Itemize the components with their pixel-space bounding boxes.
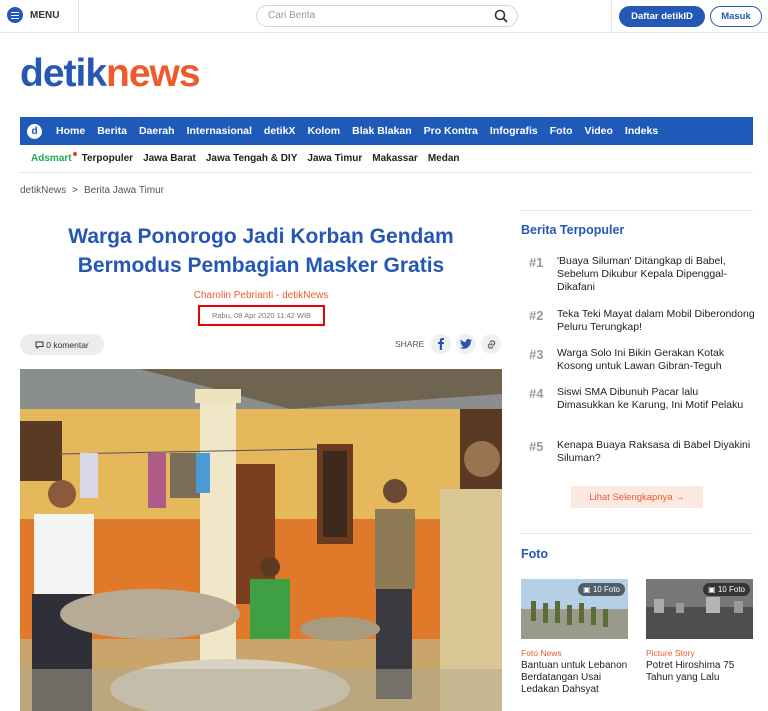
breadcrumb-separator: > [72,185,78,196]
article-author[interactable]: Charolin Pebrianti - detikNews [20,290,502,301]
foto-caption[interactable]: Bantuan untuk Lebanon Berdatangan Usai L… [521,660,633,696]
breadcrumb-current[interactable]: Berita Jawa Timur [84,185,164,196]
divider [78,0,79,33]
share-bar: SHARE [395,334,502,354]
menu-button[interactable]: MENU [7,7,59,23]
subnav-item-jawa-timur[interactable]: Jawa Timur [307,153,362,164]
logo-part-news: news [106,52,201,95]
popular-rank: #2 [529,308,544,323]
register-button[interactable]: Daftar detikID [619,6,705,27]
logo-part-detik: detik [20,52,107,95]
breadcrumb-root[interactable]: detikNews [20,185,66,196]
popular-item[interactable]: #2 Teka Teki Mayat dalam Mobil Diberondo… [529,308,757,334]
photo-count-badge: ▣ 10 Foto [578,583,625,596]
search-icon[interactable] [494,9,508,28]
nav-item-indeks[interactable]: Indeks [625,125,658,137]
popular-rank: #1 [529,255,544,270]
subnav-item-jawa-barat[interactable]: Jawa Barat [143,153,196,164]
twitter-icon[interactable] [456,334,477,354]
nav-item-pro-kontra[interactable]: Pro Kontra [424,125,478,137]
photo-count-badge: ▣ 10 Foto [703,583,750,596]
nav-item-infografis[interactable]: Infografis [490,125,538,137]
divider [611,0,612,33]
popular-news-title: Berita Terpopuler [521,223,625,237]
subnav-item-medan[interactable]: Medan [428,153,460,164]
camera-icon: ▣ [583,585,591,594]
foto-category[interactable]: Foto News [521,648,562,658]
subnav-item-terpopuler[interactable]: Terpopuler [82,153,133,164]
popular-headline[interactable]: Siswi SMA Dibunuh Pacar lalu Dimasukkan … [557,386,757,412]
sidebar-divider [520,210,753,211]
foto-thumbnail[interactable]: ▣ 10 Foto [521,579,628,639]
popular-headline[interactable]: Warga Solo Ini Bikin Gerakan Kotak Koson… [557,347,757,373]
popular-item[interactable]: #1 'Buaya Siluman' Ditangkap di Babel, S… [529,255,757,294]
popular-rank: #3 [529,347,544,362]
nav-item-video[interactable]: Video [585,125,613,137]
subnav-item-makassar[interactable]: Makassar [372,153,418,164]
foto-thumbnail[interactable]: ▣ 10 Foto [646,579,753,639]
nav-item-foto[interactable]: Foto [550,125,573,137]
top-bar: MENU Cari Berita Daftar detikID Masuk [0,0,768,33]
comment-icon [35,341,44,349]
hamburger-icon [7,7,23,23]
photo-count: 10 Foto [717,585,745,594]
sidebar-divider [520,533,753,534]
comments-button[interactable]: 0 komentar [20,334,104,355]
nav-item-detikx[interactable]: detikX [264,125,296,137]
nav-item-berita[interactable]: Berita [97,125,127,137]
main-nav: d Home Berita Daerah Internasional detik… [20,117,753,145]
nav-item-blak-blakan[interactable]: Blak Blakan [352,125,412,137]
facebook-icon[interactable] [431,334,452,354]
article-date: Rabu, 08 Apr 2020 11:42 WIB [198,305,325,326]
popular-rank: #5 [529,439,544,454]
foto-section-title: Foto [521,547,549,561]
popular-headline[interactable]: Teka Teki Mayat dalam Mobil Diberondong … [557,308,757,334]
popular-headline[interactable]: 'Buaya Siluman' Ditangkap di Babel, Sebe… [557,255,757,294]
subnav-item-jawa-tengah[interactable]: Jawa Tengah & DIY [206,153,298,164]
camera-icon: ▣ [708,585,716,594]
search-input[interactable]: Cari Berita [256,5,518,27]
article-photo [20,369,502,711]
login-button[interactable]: Masuk [710,6,762,27]
photo-count: 10 Foto [592,585,620,594]
site-logo[interactable]: detiknews [20,52,201,95]
article-title: Warga Ponorogo Jadi Korban Gendam Bermod… [68,225,454,277]
popular-item[interactable]: #3 Warga Solo Ini Bikin Gerakan Kotak Ko… [529,347,757,373]
nav-item-home[interactable]: Home [56,125,85,137]
popular-item[interactable]: #5 Kenapa Buaya Raksasa di Babel Diyakin… [529,439,757,465]
popular-headline[interactable]: Kenapa Buaya Raksasa di Babel Diyakini S… [557,439,757,465]
foto-category[interactable]: Picture Story [646,648,695,658]
popular-item[interactable]: #4 Siswi SMA Dibunuh Pacar lalu Dimasukk… [529,386,757,412]
nav-item-internasional[interactable]: Internasional [187,125,252,137]
menu-label: MENU [30,9,60,21]
share-label: SHARE [395,339,425,349]
search-placeholder: Cari Berita [268,10,316,21]
comments-count: 0 komentar [46,339,89,350]
popular-rank: #4 [529,386,544,401]
breadcrumb: detikNews > Berita Jawa Timur [20,185,164,196]
nav-item-kolom[interactable]: Kolom [307,125,340,137]
link-icon[interactable] [481,334,502,354]
see-more-button[interactable]: Lihat Selengkapnya → [571,486,703,508]
foto-caption[interactable]: Potret Hiroshima 75 Tahun yang Lalu [646,660,758,684]
nav-item-daerah[interactable]: Daerah [139,125,175,137]
detik-d-icon[interactable]: d [27,123,42,139]
subnav-item-adsmart[interactable]: Adsmart [31,152,77,164]
sub-nav: Adsmart Terpopuler Jawa Barat Jawa Tenga… [20,145,753,173]
